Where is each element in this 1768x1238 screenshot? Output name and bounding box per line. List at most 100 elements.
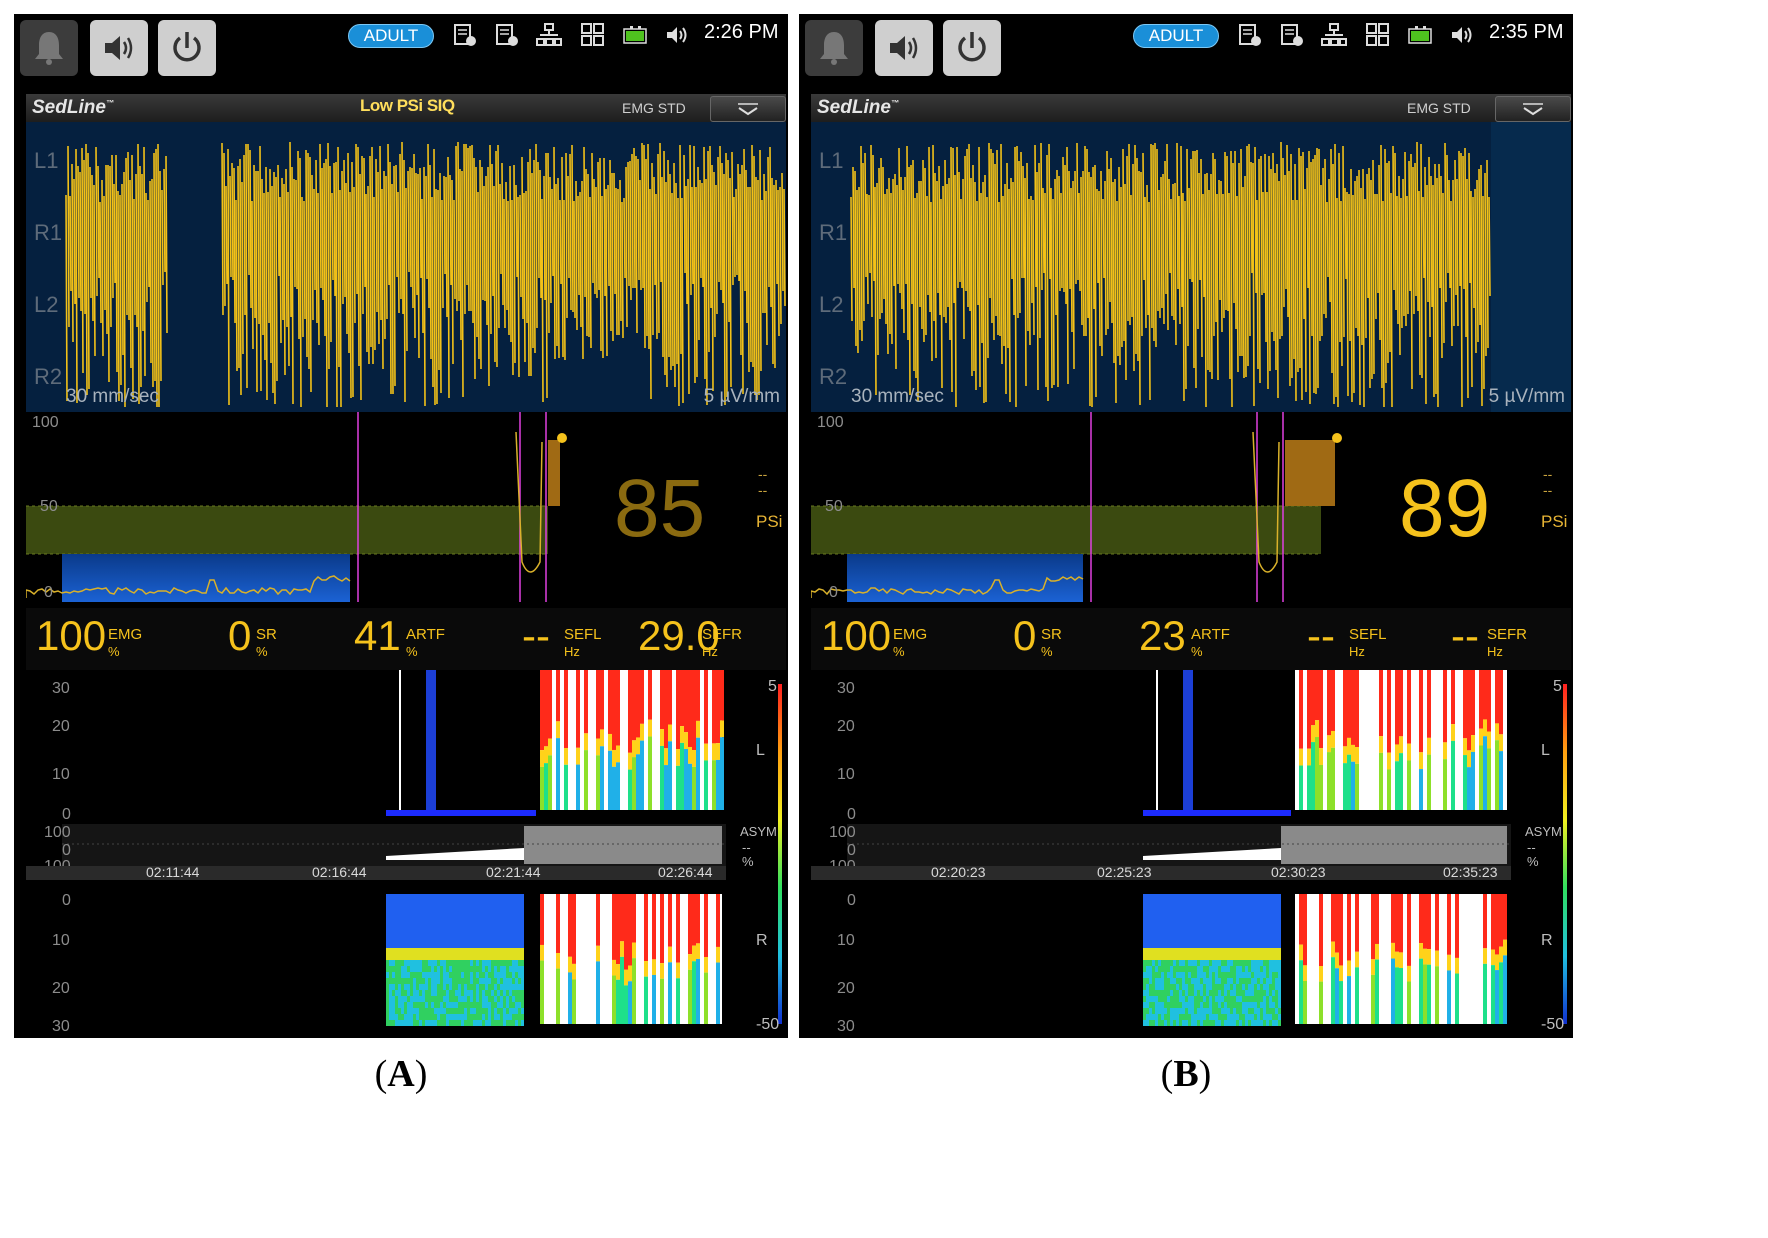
dsa-right-spectrogram bbox=[540, 894, 722, 1024]
asym-value: -- bbox=[1527, 840, 1536, 855]
clock: 2:35 PM bbox=[1489, 21, 1564, 43]
param-sefl-value: -- bbox=[1307, 612, 1335, 659]
param-sr-name: SR bbox=[1041, 626, 1062, 643]
speaker-icon bbox=[890, 36, 918, 60]
network-icon[interactable] bbox=[536, 22, 562, 48]
module-2-icon[interactable] bbox=[1279, 22, 1305, 48]
network-icon[interactable] bbox=[1321, 22, 1347, 48]
param-sefr-unit: Hz bbox=[1487, 644, 1503, 659]
psi-value: 89 bbox=[1399, 463, 1491, 554]
param-artf-name: ARTF bbox=[406, 626, 445, 643]
module-2-icon[interactable] bbox=[494, 22, 520, 48]
param-sefl-unit: Hz bbox=[1349, 644, 1365, 659]
param-artf-value: 23 bbox=[1139, 612, 1186, 659]
param-emg-name: EMG bbox=[893, 626, 928, 643]
alarm-silence-button[interactable] bbox=[20, 20, 78, 76]
param-artf-unit: % bbox=[406, 644, 418, 659]
param-sr-unit: % bbox=[1041, 644, 1053, 659]
param-sefr-value: -- bbox=[1451, 612, 1479, 659]
dsa-right-blue-spectrogram bbox=[386, 894, 524, 1026]
psi-current-dot bbox=[1332, 433, 1342, 443]
amplitude-scale: 5 µV/mm bbox=[703, 386, 780, 407]
volume-button[interactable] bbox=[90, 20, 148, 76]
dsa-graph bbox=[62, 670, 782, 1026]
dsa-right-axis-10: 10 bbox=[837, 932, 855, 949]
param-sr-unit: % bbox=[256, 644, 268, 659]
eeg-blank-region bbox=[1491, 122, 1571, 412]
psi-trend: 100 50 0 85 -- -- PSi bbox=[26, 412, 786, 608]
psi-value: 85 bbox=[614, 463, 706, 554]
channel-label-l2: L2 bbox=[34, 292, 59, 317]
channel-label-r2: R2 bbox=[819, 364, 848, 389]
psi-axis-bottom: 0 bbox=[829, 584, 838, 601]
channel-label-r1: R1 bbox=[34, 220, 63, 245]
monitor-panel-b: ADULT 2:35 PM SedLine™ EMG STD L1 R1 L2 … bbox=[799, 14, 1573, 1038]
param-emg-unit: % bbox=[108, 644, 120, 659]
dsa-right-axis-20: 20 bbox=[52, 980, 70, 997]
power-button[interactable] bbox=[943, 20, 1001, 76]
channel-label-l1: L1 bbox=[34, 148, 59, 173]
param-emg-unit: % bbox=[893, 644, 905, 659]
param-sefl-unit: Hz bbox=[564, 644, 580, 659]
module-1-icon[interactable] bbox=[452, 22, 478, 48]
module-1-icon[interactable] bbox=[1237, 22, 1263, 48]
dsa-right-axis-30: 30 bbox=[52, 1018, 70, 1035]
parameter-row: 100 EMG % 0 SR % 41 ARTF % -- SEFL Hz 29… bbox=[26, 608, 786, 670]
dsa-l-baseline bbox=[386, 810, 536, 816]
layout-icon[interactable] bbox=[580, 22, 606, 48]
alarm-silence-button[interactable] bbox=[805, 20, 863, 76]
volume-icon[interactable] bbox=[664, 22, 690, 48]
bell-icon bbox=[820, 32, 848, 65]
dsa-left-axis-10: 10 bbox=[52, 766, 70, 783]
asym-label: ASYM bbox=[740, 824, 777, 839]
dsa-right-label: R bbox=[756, 932, 768, 949]
patient-mode-badge[interactable]: ADULT bbox=[1133, 24, 1219, 48]
param-sefr-name: SEFR bbox=[1487, 626, 1528, 643]
dsa-left-axis-0: 0 bbox=[62, 806, 71, 823]
psi-recent-bars bbox=[1285, 440, 1335, 506]
dsa-left-axis-20: 20 bbox=[837, 718, 855, 735]
psi-current-dot bbox=[557, 433, 567, 443]
power-button[interactable] bbox=[158, 20, 216, 76]
layout-icon[interactable] bbox=[1365, 22, 1391, 48]
sedline-menu-button[interactable] bbox=[710, 96, 786, 122]
sedline-title: SedLine™ bbox=[817, 97, 899, 118]
eeg-trace bbox=[65, 141, 786, 408]
dsa-left-axis-10: 10 bbox=[837, 766, 855, 783]
color-scale-bottom: -50 bbox=[756, 1016, 780, 1033]
clock: 2:26 PM bbox=[704, 21, 779, 43]
volume-icon[interactable] bbox=[1449, 22, 1475, 48]
param-sefl-name: SEFL bbox=[1349, 626, 1387, 643]
dsa-graph bbox=[847, 670, 1567, 1026]
sedline-title: SedLine™ bbox=[32, 97, 114, 118]
channel-label-l1: L1 bbox=[819, 148, 844, 173]
caption-a: (A) bbox=[374, 1053, 428, 1095]
dsa-l-blue-band bbox=[426, 670, 436, 810]
asym-axis-top: 100 bbox=[829, 824, 856, 841]
psi-axis-mid: 50 bbox=[40, 498, 58, 515]
param-sefl-value: -- bbox=[522, 612, 550, 659]
psi-label: PSi bbox=[1541, 512, 1568, 531]
psi-low-fill bbox=[62, 554, 350, 602]
param-sefr-name: SEFR bbox=[702, 626, 743, 643]
psi-label: PSi bbox=[756, 512, 783, 531]
sedline-menu-button[interactable] bbox=[1495, 96, 1571, 122]
eeg-waveform-area: L1 R1 L2 R2 30 mm/sec 5 µV/mm bbox=[811, 122, 1571, 412]
psi-axis-bottom: 0 bbox=[44, 584, 53, 601]
top-bar: ADULT bbox=[14, 14, 788, 92]
processing-mode: EMG STD bbox=[622, 100, 686, 116]
time-label-4: 02:35:23 bbox=[1443, 864, 1498, 880]
battery-icon bbox=[1408, 26, 1432, 44]
volume-button[interactable] bbox=[875, 20, 933, 76]
parameter-row: 100 EMG % 0 SR % 23 ARTF % -- SEFL Hz --… bbox=[811, 608, 1571, 670]
top-bar: ADULT bbox=[799, 14, 1573, 92]
asym-axis-top: 100 bbox=[44, 824, 71, 841]
power-icon bbox=[173, 32, 201, 62]
asym-trend bbox=[62, 824, 726, 866]
dsa-left-axis-30: 30 bbox=[837, 680, 855, 697]
patient-mode-badge[interactable]: ADULT bbox=[348, 24, 434, 48]
processing-mode: EMG STD bbox=[1407, 100, 1471, 116]
psi-axis-mid: 50 bbox=[825, 498, 843, 515]
psi-limit-high: -- bbox=[1543, 466, 1553, 482]
param-emg-value: 100 bbox=[36, 612, 107, 659]
